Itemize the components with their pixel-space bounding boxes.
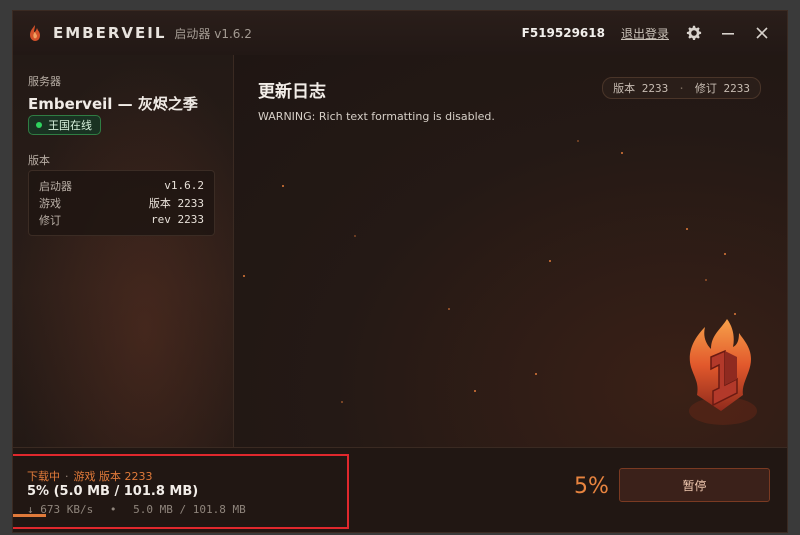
- chip-separator: ·: [678, 81, 685, 95]
- ember-spark: [724, 253, 726, 255]
- ember-spark: [243, 275, 245, 277]
- version-value: rev 2233: [151, 213, 204, 226]
- status-badge: 王国在线: [28, 115, 101, 135]
- sidebar: 服务器 Emberveil — 灰烬之季 王国在线 版本 启动器 v1.6.2 …: [13, 55, 234, 447]
- ember-spark: [341, 401, 343, 403]
- minimize-icon[interactable]: [719, 24, 737, 42]
- header-actions: F519529618 退出登录: [522, 24, 771, 42]
- title-bar: EMBERVEIL 启动器 v1.6.2 F519529618 退出登录: [13, 11, 787, 56]
- ember-spark: [282, 185, 284, 187]
- account-id: F519529618: [521, 26, 605, 40]
- download-state: 下载中: [27, 470, 60, 483]
- launcher-version-subtitle: 启动器 v1.6.2: [174, 26, 252, 41]
- download-footer: 下载中 · 游戏 版本 2233 5% (5.0 MB / 101.8 MB) ↓ …: [13, 447, 787, 532]
- download-target: 游戏 版本 2233: [73, 470, 153, 483]
- ember-spark: [621, 152, 623, 154]
- ember-spark: [549, 260, 551, 262]
- ember-spark: [705, 279, 707, 281]
- changelog-panel: 更新日志 WARNING: Rich text formatting is di…: [234, 55, 787, 455]
- version-label: 版本: [28, 154, 50, 167]
- ember-spark: [535, 373, 537, 375]
- download-status-line: 下载中 · 游戏 版本 2233: [27, 468, 153, 484]
- progress-fill: [13, 514, 47, 517]
- ember-flame-icon: [27, 24, 43, 42]
- page-title: 更新日志: [258, 82, 326, 102]
- app-name: EMBERVEIL: [53, 24, 167, 42]
- version-chip-revision: 修订 2233: [694, 82, 750, 95]
- version-key: 游戏: [39, 196, 61, 210]
- version-chip-game: 版本 2233: [613, 82, 669, 95]
- version-row-revision: 修订 rev 2233: [39, 211, 204, 228]
- version-row-launcher: 启动器 v1.6.2: [39, 177, 204, 194]
- version-info-box: 启动器 v1.6.2 游戏 版本 2233 修订 rev 2233: [28, 170, 215, 236]
- download-percent: 5%: [574, 474, 609, 499]
- ember-spark: [577, 140, 579, 142]
- version-row-game: 游戏 版本 2233: [39, 194, 204, 211]
- gear-icon[interactable]: [685, 24, 703, 42]
- server-name: Emberveil — 灰烬之季: [28, 95, 198, 113]
- ember-spark: [354, 235, 356, 237]
- close-icon[interactable]: [753, 24, 771, 42]
- launcher-window: EMBERVEIL 启动器 v1.6.2 F519529618 退出登录 服务器: [12, 10, 788, 533]
- changelog-warning: WARNING: Rich text formatting is disable…: [258, 110, 495, 123]
- online-dot-icon: [36, 122, 42, 128]
- status-separator: ·: [65, 470, 69, 483]
- ember-emblem-icon: [681, 313, 761, 433]
- version-value: v1.6.2: [164, 179, 204, 192]
- pause-button[interactable]: 暂停: [619, 468, 770, 502]
- download-status-panel: 下载中 · 游戏 版本 2233 5% (5.0 MB / 101.8 MB) ↓ …: [13, 454, 349, 529]
- server-label: 服务器: [28, 75, 61, 88]
- ember-spark: [686, 228, 688, 230]
- progress-bar: [13, 514, 347, 517]
- download-progress-text: 5% (5.0 MB / 101.8 MB): [27, 484, 199, 499]
- status-text: 王国在线: [48, 119, 92, 132]
- ember-spark: [448, 308, 450, 310]
- ember-spark: [474, 390, 476, 392]
- version-chip: 版本 2233 · 修订 2233: [602, 77, 761, 99]
- version-key: 启动器: [39, 179, 72, 193]
- version-key: 修订: [39, 213, 61, 227]
- brand: EMBERVEIL 启动器 v1.6.2: [27, 24, 252, 42]
- logout-link[interactable]: 退出登录: [621, 25, 669, 42]
- version-value: 版本 2233: [148, 196, 204, 210]
